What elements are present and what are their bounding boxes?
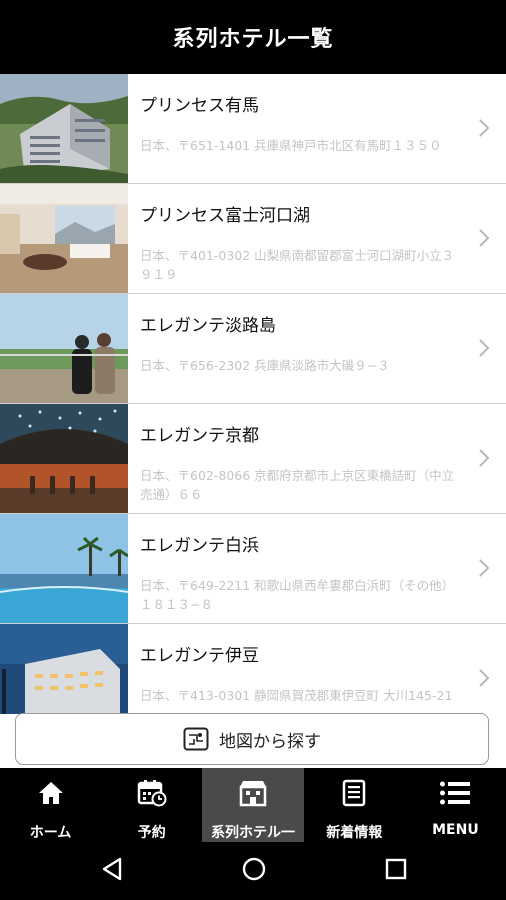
bottom-tab-bar: ホーム 予約 系列ホテル一 新着情報 MENU [0, 768, 506, 842]
hotel-address: 日本、〒651-1401 兵庫県神戸市北区有馬町１３５０ [140, 138, 442, 153]
hotel-thumbnail [0, 184, 128, 293]
app-header: 系列ホテル一覧 [0, 0, 506, 74]
hotel-address: 日本、〒649-2211 和歌山県西牟婁郡白浜町（その他）１８１３−８ [140, 578, 455, 612]
page-title: 系列ホテル一覧 [172, 27, 334, 52]
home-icon [38, 782, 63, 804]
hotel-icon [239, 781, 267, 807]
chevron-right-icon [479, 229, 490, 247]
hotel-name: プリンセス有馬 [140, 96, 259, 116]
hotel-thumbnail [0, 404, 128, 513]
chevron-right-icon [479, 339, 490, 357]
hotel-thumbnail [0, 514, 128, 623]
hotel-thumbnail [0, 624, 128, 714]
tab-label: MENU [432, 822, 479, 838]
hotel-list-item[interactable]: エレガンテ白浜 日本、〒649-2211 和歌山県西牟婁郡白浜町（その他）１８１… [0, 514, 506, 624]
hotel-list-item[interactable]: エレガンテ京都 日本、〒602-8066 京都府京都市上京区東橋詰町（中立売通）… [0, 404, 506, 514]
chevron-right-icon [479, 669, 490, 687]
hotel-list-item[interactable]: プリンセス有馬 日本、〒651-1401 兵庫県神戸市北区有馬町１３５０ [0, 74, 506, 184]
chevron-right-icon [479, 559, 490, 577]
hotel-list[interactable]: プリンセス有馬 日本、〒651-1401 兵庫県神戸市北区有馬町１３５０ プリン… [0, 74, 506, 714]
tab-label: 予約 [137, 825, 166, 841]
hotel-list-item[interactable]: プリンセス富士河口湖 日本、〒401-0302 山梨県南都留郡富士河口湖町小立３… [0, 184, 506, 294]
hotel-list-item[interactable]: エレガンテ伊豆 日本、〒413-0301 静岡県賀茂郡東伊豆町 大川145-21 [0, 624, 506, 714]
back-icon[interactable] [100, 856, 124, 882]
menu-icon [440, 781, 471, 805]
tab-reservation[interactable]: 予約 [101, 768, 202, 842]
map-search-label: 地図から探す [219, 731, 321, 752]
map-icon [183, 727, 209, 751]
tab-home[interactable]: ホーム [0, 768, 101, 842]
tab-label: 系列ホテル一 [211, 825, 295, 841]
hotel-thumbnail [0, 294, 128, 403]
tab-news[interactable]: 新着情報 [304, 768, 405, 842]
hotel-thumbnail [0, 74, 128, 183]
map-search-button[interactable]: 地図から探す [15, 713, 489, 765]
tab-affiliated-hotels[interactable]: 系列ホテル一 [202, 768, 304, 842]
calendar-icon [137, 780, 167, 807]
chevron-right-icon [479, 449, 490, 467]
hotel-name: エレガンテ淡路島 [140, 316, 276, 336]
tab-menu[interactable]: MENU [405, 768, 506, 842]
hotel-name: プリンセス富士河口湖 [140, 206, 310, 226]
hotel-name: エレガンテ白浜 [140, 536, 259, 556]
system-navigation-bar [0, 842, 506, 900]
hotel-name: エレガンテ京都 [140, 426, 259, 446]
home-circle-icon[interactable] [241, 856, 267, 882]
hotel-address: 日本、〒602-8066 京都府京都市上京区東橋詰町（中立売通）６６ [140, 468, 455, 502]
hotel-address: 日本、〒656-2302 兵庫県淡路市大磯９−３ [140, 358, 390, 373]
news-icon [342, 779, 366, 807]
hotel-address: 日本、〒413-0301 静岡県賀茂郡東伊豆町 大川145-21 [140, 688, 453, 703]
chevron-right-icon [479, 119, 490, 137]
hotel-name: エレガンテ伊豆 [140, 646, 259, 666]
tab-label: ホーム [29, 825, 72, 841]
hotel-list-item[interactable]: エレガンテ淡路島 日本、〒656-2302 兵庫県淡路市大磯９−３ [0, 294, 506, 404]
tab-label: 新着情報 [326, 825, 383, 841]
hotel-address: 日本、〒401-0302 山梨県南都留郡富士河口湖町小立３９１９ [140, 248, 455, 282]
recents-icon[interactable] [384, 856, 408, 882]
map-search-bar: 地図から探す [0, 713, 506, 768]
